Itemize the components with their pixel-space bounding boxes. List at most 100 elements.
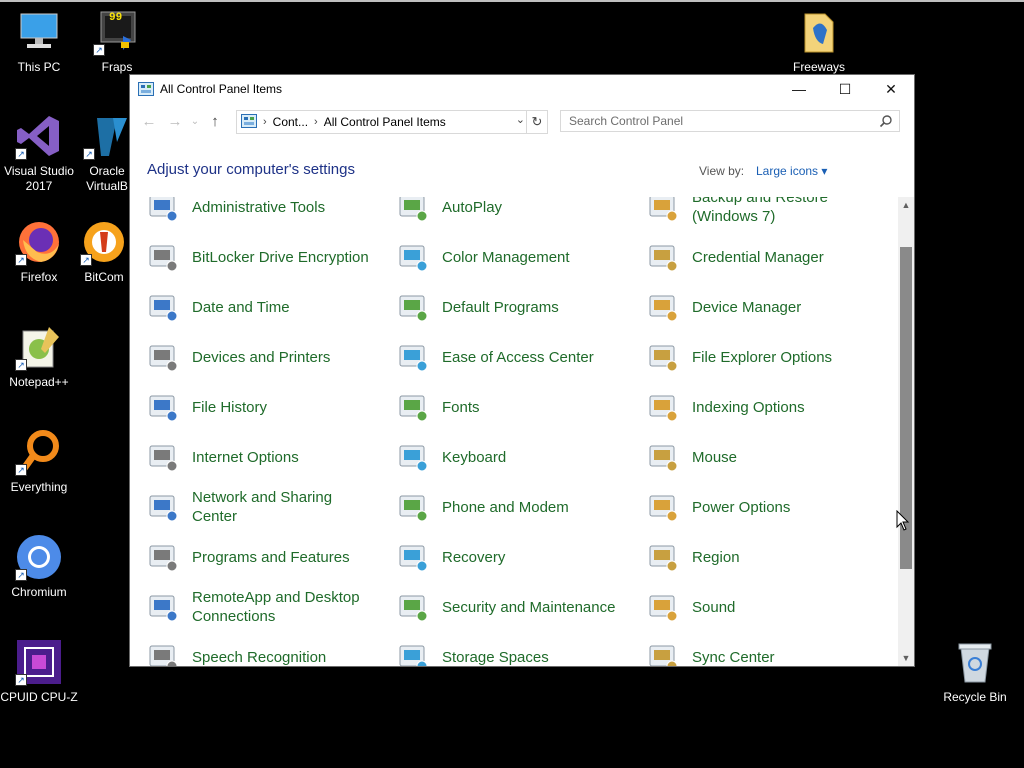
region-icon bbox=[646, 540, 680, 574]
shortcut-arrow-icon: ↗ bbox=[15, 674, 27, 686]
back-arrow-icon[interactable]: ← bbox=[136, 109, 162, 133]
recent-locations-chevron-icon[interactable]: ⌄ bbox=[188, 109, 202, 133]
ease-of-access-icon bbox=[396, 340, 430, 374]
cp-item-power-options[interactable]: Power Options bbox=[630, 482, 880, 532]
visual-studio-icon: ↗ bbox=[15, 112, 63, 160]
breadcrumb-separator-icon: › bbox=[263, 116, 267, 128]
cp-item-speech-recognition[interactable]: Speech Recognition bbox=[130, 632, 380, 666]
cp-item-remoteapp[interactable]: RemoteApp and Desktop Connections bbox=[130, 582, 380, 632]
shortcut-arrow-icon: ↗ bbox=[15, 569, 27, 581]
breadcrumb-control-panel[interactable]: Cont... bbox=[273, 115, 308, 129]
fraps-icon: 99 ↗ bbox=[93, 8, 141, 56]
control-panel-icon bbox=[138, 82, 154, 96]
admin-tools-icon bbox=[146, 197, 180, 224]
cp-item-mouse[interactable]: Mouse bbox=[630, 432, 880, 482]
cp-item-autoplay[interactable]: AutoPlay bbox=[380, 197, 630, 232]
sync-center-icon bbox=[646, 640, 680, 666]
cp-item-color-management[interactable]: Color Management bbox=[380, 232, 630, 282]
cp-item-recovery[interactable]: Recovery bbox=[380, 532, 630, 582]
cp-item-indexing-options[interactable]: Indexing Options bbox=[630, 382, 880, 432]
forward-arrow-icon[interactable]: → bbox=[162, 109, 188, 133]
view-by-dropdown[interactable]: Large icons ▾ bbox=[756, 164, 827, 178]
storage-spaces-icon bbox=[396, 640, 430, 666]
desktop-icon-everything[interactable]: ↗ Everything bbox=[0, 428, 78, 495]
cp-item-file-explorer-options[interactable]: File Explorer Options bbox=[630, 332, 880, 382]
desktop-icon-fraps[interactable]: 99 ↗ Fraps bbox=[78, 8, 156, 75]
address-bar[interactable]: › Cont... › All Control Panel Items ⌄ ↻ bbox=[236, 110, 548, 134]
cp-item-ease-of-access[interactable]: Ease of Access Center bbox=[380, 332, 630, 382]
cp-item-device-manager[interactable]: Device Manager bbox=[630, 282, 880, 332]
breadcrumb-all-items[interactable]: All Control Panel Items bbox=[324, 115, 446, 129]
cp-item-label: Security and Maintenance bbox=[442, 598, 616, 616]
cp-item-network-sharing[interactable]: Network and Sharing Center bbox=[130, 482, 380, 532]
sound-icon bbox=[646, 590, 680, 624]
cp-item-programs-features[interactable]: Programs and Features bbox=[130, 532, 380, 582]
cp-item-sound[interactable]: Sound bbox=[630, 582, 880, 632]
cp-item-label: Mouse bbox=[692, 448, 738, 466]
desktop-icon-visual-studio[interactable]: ↗ Visual Studio 2017 bbox=[0, 112, 78, 194]
desktop-icon-cpu-z[interactable]: ↗ CPUID CPU-Z bbox=[0, 638, 78, 705]
control-panel-window: All Control Panel Items — ☐ ✕ ← → ⌄ ↑ › … bbox=[130, 75, 914, 666]
refresh-icon[interactable]: ↻ bbox=[526, 111, 547, 133]
cp-item-label: Sound bbox=[692, 598, 736, 616]
scroll-up-arrow-icon[interactable]: ▲ bbox=[898, 197, 914, 213]
cp-item-sync-center[interactable]: Sync Center bbox=[630, 632, 880, 666]
cp-item-internet-options[interactable]: Internet Options bbox=[130, 432, 380, 482]
title-bar[interactable]: All Control Panel Items — ☐ ✕ bbox=[130, 75, 914, 103]
desktop-icon-this-pc[interactable]: This PC bbox=[0, 8, 78, 75]
cp-item-storage-spaces[interactable]: Storage Spaces bbox=[380, 632, 630, 666]
address-dropdown-icon[interactable]: ⌄ bbox=[516, 113, 525, 126]
desktop-icon-virtualbox[interactable]: ↗ Oracle VirtualB bbox=[78, 112, 136, 194]
cp-item-label: RemoteApp and Desktop Connections bbox=[192, 589, 360, 625]
cp-item-label: Date and Time bbox=[192, 298, 290, 316]
breadcrumb-separator-icon: › bbox=[314, 116, 318, 128]
cp-item-fonts[interactable]: Fonts bbox=[380, 382, 630, 432]
minimize-button[interactable]: — bbox=[776, 75, 822, 103]
vertical-scrollbar[interactable]: ▲ ▼ bbox=[898, 197, 914, 666]
cp-item-label: Administrative Tools bbox=[192, 198, 326, 216]
cp-item-admin-tools[interactable]: Administrative Tools bbox=[130, 197, 380, 232]
cp-item-bitlocker[interactable]: BitLocker Drive Encryption bbox=[130, 232, 380, 282]
cp-item-label: Device Manager bbox=[692, 298, 802, 316]
desktop-icon-firefox[interactable]: ↗ Firefox bbox=[0, 218, 78, 285]
credential-manager-icon bbox=[646, 240, 680, 274]
cp-item-label: Backup and Restore (Windows 7) bbox=[692, 197, 828, 225]
cp-item-date-time[interactable]: Date and Time bbox=[130, 282, 380, 332]
device-manager-icon bbox=[646, 290, 680, 324]
cp-item-label: Power Options bbox=[692, 498, 791, 516]
cp-item-region[interactable]: Region bbox=[630, 532, 880, 582]
autoplay-icon bbox=[396, 197, 430, 224]
desktop-icon-freeways[interactable]: Freeways bbox=[780, 8, 858, 75]
backup-restore-icon bbox=[646, 197, 680, 224]
control-panel-items-grid: Administrative Tools AutoPlay Backup and R… bbox=[130, 197, 898, 666]
desktop-icon-chromium[interactable]: ↗ Chromium bbox=[0, 533, 78, 600]
date-time-icon bbox=[146, 290, 180, 324]
cp-item-label: Sync Center bbox=[692, 648, 775, 666]
search-input[interactable]: Search Control Panel bbox=[560, 110, 900, 132]
cp-item-label: Color Management bbox=[442, 248, 570, 266]
desktop-icon-notepad-plus-plus[interactable]: ↗ Notepad++ bbox=[0, 323, 78, 390]
cp-item-default-programs[interactable]: Default Programs bbox=[380, 282, 630, 332]
phone-modem-icon bbox=[396, 490, 430, 524]
cp-item-phone-modem[interactable]: Phone and Modem bbox=[380, 482, 630, 532]
up-arrow-icon[interactable]: ↑ bbox=[202, 109, 228, 133]
cp-item-label: Speech Recognition bbox=[192, 648, 327, 666]
scroll-down-arrow-icon[interactable]: ▼ bbox=[898, 650, 914, 666]
cp-item-security-maintenance[interactable]: Security and Maintenance bbox=[380, 582, 630, 632]
cp-item-keyboard[interactable]: Keyboard bbox=[380, 432, 630, 482]
freeways-icon bbox=[795, 8, 843, 56]
svg-text:99: 99 bbox=[109, 12, 122, 24]
desktop-icon-bitcomet[interactable]: ↗ BitCom bbox=[78, 218, 130, 285]
cp-item-credential-manager[interactable]: Credential Manager bbox=[630, 232, 880, 282]
network-sharing-icon bbox=[146, 490, 180, 524]
close-button[interactable]: ✕ bbox=[868, 75, 914, 103]
shortcut-arrow-icon: ↗ bbox=[15, 359, 27, 371]
shortcut-arrow-icon: ↗ bbox=[15, 464, 27, 476]
cp-item-file-history[interactable]: File History bbox=[130, 382, 380, 432]
maximize-button[interactable]: ☐ bbox=[822, 75, 868, 103]
desktop-icon-recycle-bin[interactable]: Recycle Bin bbox=[936, 638, 1014, 705]
internet-options-icon bbox=[146, 440, 180, 474]
cp-item-devices-printers[interactable]: Devices and Printers bbox=[130, 332, 380, 382]
cp-item-backup-restore[interactable]: Backup and Restore (Windows 7) bbox=[630, 197, 880, 232]
cp-item-label: Indexing Options bbox=[692, 398, 805, 416]
